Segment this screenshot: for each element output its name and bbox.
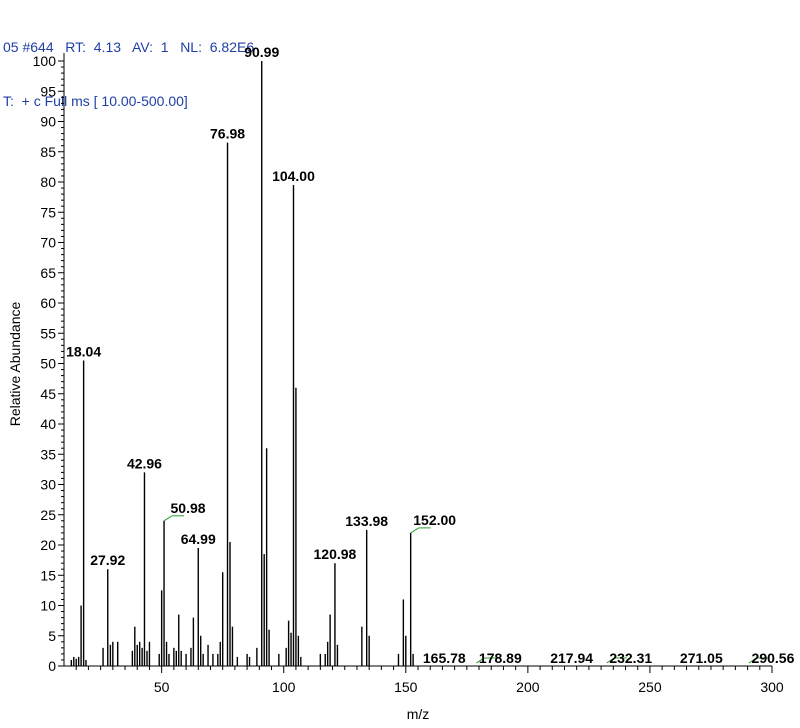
y-tick-label: 95 [40,83,56,99]
y-tick-label: 45 [40,386,56,402]
peak-label: 232.31 [609,650,652,666]
x-tick-label: 300 [760,679,784,695]
y-tick-label: 90 [40,114,56,130]
label-leader [410,527,419,534]
y-tick-label: 0 [48,658,56,674]
peak-label: 90.99 [244,44,279,60]
y-tick-label: 65 [40,265,56,281]
peak-label: 64.99 [181,531,216,547]
peak-label: 165.78 [423,650,466,666]
peak-label: 217.94 [550,650,593,666]
y-tick-label: 30 [40,477,56,493]
peak-label: 120.98 [314,546,357,562]
y-tick-label: 50 [40,356,56,372]
peak-label: 290.56 [752,650,795,666]
x-tick-label: 150 [394,679,418,695]
peak-label: 27.92 [90,552,125,568]
x-tick-label: 200 [516,679,540,695]
peak-label: 271.05 [680,650,723,666]
peak-label: 152.00 [413,512,456,528]
peak-label: 50.98 [171,500,206,516]
y-tick-label: 15 [40,567,56,583]
peak-bars [70,61,414,666]
y-tick-label: 100 [33,53,57,69]
y-tick-label: 55 [40,325,56,341]
y-tick-label: 85 [40,144,56,160]
y-tick-label: 60 [40,295,56,311]
peak-label: 42.96 [127,455,162,471]
y-tick-label: 40 [40,416,56,432]
y-tick-label: 25 [40,507,56,523]
x-tick-label: 100 [272,679,296,695]
peak-label: 178.89 [479,650,522,666]
peak-label: 133.98 [345,513,388,529]
y-tick-label: 20 [40,537,56,553]
peak-label: 76.98 [210,126,245,142]
x-axis-title: m/z [407,706,430,722]
x-tick-label: 50 [154,679,170,695]
label-leader [163,515,173,522]
axes: 0 5 10 15 20 25 30 35 40 45 50 55 60 65 70 75 80 85 90 95 10… [33,53,784,695]
peak-labels: 18.04 27.92 42.96 50.98 64.99 76.98 90.99 104.0… [66,44,794,666]
y-axis-title: Relative Abundance [7,302,23,427]
y-tick-label: 70 [40,235,56,251]
y-tick-label: 5 [48,628,56,644]
y-tick-label: 10 [40,598,56,614]
y-tick-label: 80 [40,174,56,190]
peak-label: 104.00 [272,168,315,184]
y-tick-label: 35 [40,446,56,462]
y-tick-label: 75 [40,204,56,220]
x-tick-label: 250 [638,679,662,695]
peak-label: 18.04 [66,343,101,359]
mass-spectrum-chart: 0 5 10 15 20 25 30 35 40 45 50 55 60 65 70 75 80 85 90 95 10… [7,44,795,722]
